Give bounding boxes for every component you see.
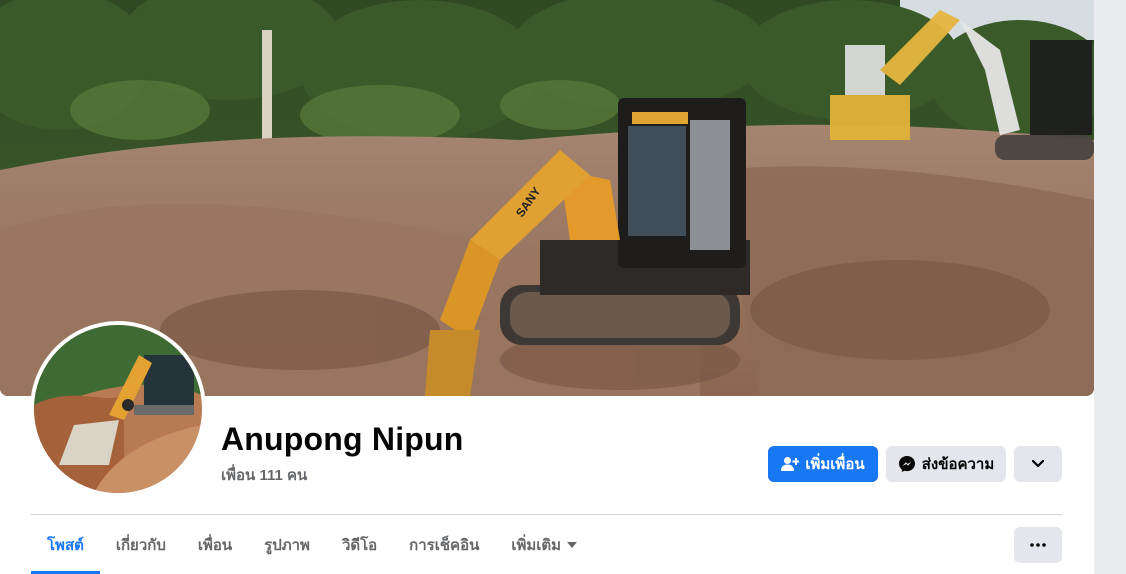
person-plus-icon	[781, 456, 800, 472]
tab-about[interactable]: เกี่ยวกับ	[100, 515, 182, 574]
tab-checkins[interactable]: การเช็คอิน	[393, 515, 495, 574]
ellipsis-icon	[1030, 543, 1046, 547]
caret-down-icon	[567, 541, 578, 548]
friends-count[interactable]: เพื่อน 111 คน	[221, 463, 307, 487]
tab-videos[interactable]: วิดีโอ	[326, 515, 393, 574]
tab-posts[interactable]: โพสต์	[31, 515, 100, 574]
profile-avatar[interactable]	[30, 321, 206, 497]
tabs-overflow-button[interactable]	[1014, 527, 1062, 563]
messenger-icon	[898, 455, 916, 473]
add-friend-label: เพิ่มเพื่อน	[805, 456, 865, 473]
add-friend-button[interactable]: เพิ่มเพื่อน	[768, 446, 878, 482]
avatar-photo	[34, 325, 202, 493]
tab-friends[interactable]: เพื่อน	[182, 515, 248, 574]
tab-more[interactable]: เพิ่มเติม	[495, 515, 593, 574]
tab-photos[interactable]: รูปภาพ	[248, 515, 326, 574]
profile-tabs: โพสต์ เกี่ยวกับ เพื่อน รูปภาพ วิดีโอ การ…	[31, 515, 593, 574]
more-options-button[interactable]	[1014, 446, 1062, 482]
page-scrollbar-gutter	[1094, 0, 1126, 574]
message-button[interactable]: ส่งข้อความ	[886, 446, 1006, 482]
message-label: ส่งข้อความ	[921, 456, 995, 473]
chevron-down-icon	[1032, 460, 1044, 468]
profile-name: Anupong Nipun	[221, 421, 464, 457]
